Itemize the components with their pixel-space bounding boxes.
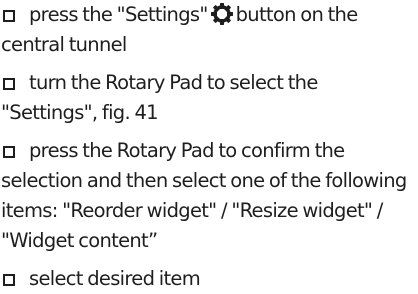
checkbox-icon — [3, 9, 15, 22]
checkbox-icon — [3, 77, 15, 90]
step-1: press the "Settings" button on the centr… — [0, 0, 418, 60]
step-3: press the Rotary Pad to confirm the sele… — [0, 136, 418, 256]
step-4-text: select desired item — [29, 267, 201, 290]
gear-icon — [210, 2, 234, 26]
step-4: select desired item — [0, 264, 418, 294]
step-1-text-before-icon: press the "Settings" — [29, 3, 208, 26]
instruction-steps: press the "Settings" button on the centr… — [0, 0, 418, 294]
step-3-text: press the Rotary Pad to confirm the sele… — [1, 139, 407, 252]
checkbox-icon — [3, 145, 15, 158]
step-2: turn the Rotary Pad to select the "Setti… — [0, 68, 418, 128]
step-2-text: turn the Rotary Pad to select the "Setti… — [1, 71, 318, 124]
